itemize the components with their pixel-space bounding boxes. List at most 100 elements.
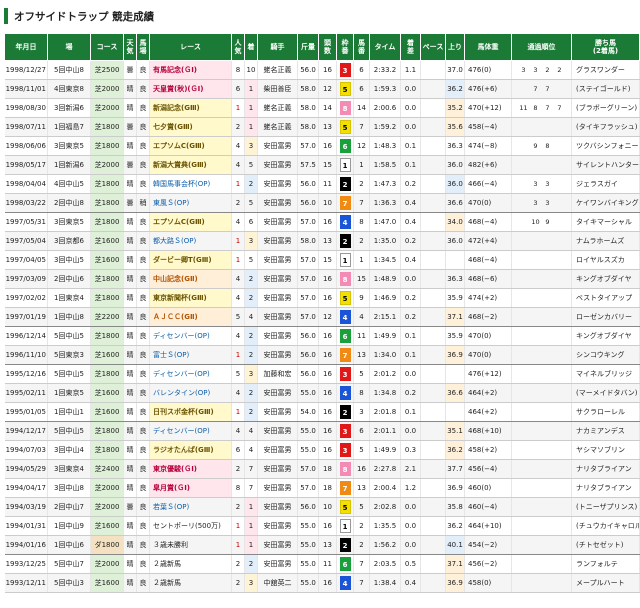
race-name-link[interactable]: ラジオたんぱ(GⅢ) <box>149 440 232 460</box>
race-date-link[interactable]: 1995/01/05 <box>4 402 48 422</box>
race-name-link[interactable]: ディセンバー(OP) <box>149 364 232 384</box>
race-name-link[interactable]: ２歳新馬 <box>149 554 232 574</box>
race-name-link[interactable]: 東京優駿(ＧⅠ) <box>149 459 232 479</box>
winner-horse-link[interactable]: ツクバシンフォニー <box>571 136 640 156</box>
jockey-link[interactable]: 安田富男 <box>257 212 298 232</box>
race-date-link[interactable]: 1994/03/19 <box>4 497 48 517</box>
jockey-link[interactable]: 安田富男 <box>257 478 298 498</box>
table-row[interactable]: 1998/12/27 5回中山8 芝2500 曇良有馬記念(ＧⅠ) 8 10 蛯名正義 56.… <box>4 60 640 80</box>
race-date-link[interactable]: 1996/11/10 <box>4 345 48 365</box>
race-name-link[interactable]: 新潟記念(GⅢ) <box>149 98 232 118</box>
table-row[interactable]: 1998/05/17 1回新潟6 芝2000 曇良新潟大賞典(GⅢ) 4 5 安田富男 57.… <box>4 155 640 175</box>
race-date-link[interactable]: 1997/04/05 <box>4 250 48 270</box>
race-name-link[interactable]: 富士Ｓ(OP) <box>149 345 232 365</box>
table-row[interactable]: 1994/01/31 1回中山9 芝1600 晴良セントポーリ(500万) 1 1 安田富男… <box>4 516 640 536</box>
jockey-link[interactable]: 安田富男 <box>257 554 298 574</box>
col-margin[interactable]: 着 差 <box>400 33 421 61</box>
venue-link[interactable]: 5回中山5 <box>47 421 91 441</box>
race-date-link[interactable]: 1997/01/19 <box>4 307 48 327</box>
race-date-link[interactable]: 1998/08/30 <box>4 98 48 118</box>
race-name-link[interactable]: 東風Ｓ(OP) <box>149 193 232 213</box>
race-date-link[interactable]: 1995/02/11 <box>4 383 48 403</box>
col-horse-number[interactable]: 馬 番 <box>353 33 370 61</box>
table-row[interactable]: 1998/07/11 1回福島7 芝1800 曇良七夕賞(GⅢ) 2 1 蛯名正義 58.0 1… <box>4 117 640 137</box>
jockey-link[interactable]: 安田富男 <box>257 136 298 156</box>
winner-horse-link[interactable]: ナムラホームズ <box>571 231 640 251</box>
table-row[interactable]: 1995/01/05 1回中山1 芝1600 晴良日刊スポ金杯(GⅢ) 1 2 安田富男 54… <box>4 402 640 422</box>
jockey-link[interactable]: 安田富男 <box>257 307 298 327</box>
winner-horse-link[interactable]: (ブラボーグリーン) <box>571 98 640 118</box>
race-name-link[interactable]: ディセンバー(OP) <box>149 326 232 346</box>
jockey-link[interactable]: 安田富男 <box>257 326 298 346</box>
venue-link[interactable]: 3回東京5 <box>47 136 91 156</box>
table-row[interactable]: 1997/05/04 3回京都6 芝1600 晴良都大路Ｓ(OP) 1 3 安田富男 58.0… <box>4 231 640 251</box>
race-date-link[interactable]: 1997/03/09 <box>4 269 48 289</box>
jockey-link[interactable]: 安田富男 <box>257 497 298 517</box>
race-name-link[interactable]: エプソムC(GⅢ) <box>149 212 232 232</box>
winner-horse-link[interactable]: ナリタブライアン <box>571 478 640 498</box>
venue-link[interactable]: 2回中山6 <box>47 269 91 289</box>
venue-link[interactable]: 2回中山8 <box>47 193 91 213</box>
winner-horse-link[interactable]: サイレントハンター <box>571 155 640 175</box>
winner-horse-link[interactable]: ジェラスガイ <box>571 174 640 194</box>
venue-link[interactable]: 4回中山5 <box>47 174 91 194</box>
venue-link[interactable]: 5回中山7 <box>47 554 91 574</box>
table-row[interactable]: 1997/01/19 1回中山8 芝2200 晴良 ＡＪＣＣ(GⅡ) 5 4 安田富男 57.0… <box>4 307 640 327</box>
col-race[interactable]: レース <box>149 33 232 61</box>
winner-horse-link[interactable]: ベストタイアップ <box>571 288 640 308</box>
col-corner-positions[interactable]: 通過順位 <box>511 33 572 61</box>
venue-link[interactable]: 3回新潟6 <box>47 98 91 118</box>
venue-link[interactable]: 3回中山8 <box>47 478 91 498</box>
winner-horse-link[interactable]: ロイヤルスズカ <box>571 250 640 270</box>
col-finish[interactable]: 着 <box>244 33 258 61</box>
table-row[interactable]: 1994/07/03 3回中山4 芝1800 晴良ラジオたんぱ(GⅢ) 6 4 安田富男 55… <box>4 440 640 460</box>
col-field-size[interactable]: 頭 数 <box>318 33 337 61</box>
race-date-link[interactable]: 1994/12/17 <box>4 421 48 441</box>
jockey-link[interactable]: 加藤和宏 <box>257 364 298 384</box>
race-name-link[interactable]: 新潟大賞典(GⅢ) <box>149 155 232 175</box>
col-time[interactable]: タイム <box>369 33 401 61</box>
venue-link[interactable]: 5回中山5 <box>47 326 91 346</box>
table-row[interactable]: 1997/05/31 3回東京5 芝1800 晴良エプソムC(GⅢ) 4 6 安田富男 57.… <box>4 212 640 232</box>
table-row[interactable]: 1998/06/06 3回東京5 芝1800 晴良エプソムC(GⅢ) 4 3 安田富男 57.… <box>4 136 640 156</box>
winner-horse-link[interactable]: (ステイゴールド) <box>571 79 640 99</box>
race-date-link[interactable]: 1997/05/04 <box>4 231 48 251</box>
venue-link[interactable]: 5回中山5 <box>47 364 91 384</box>
table-row[interactable]: 1996/12/14 5回中山5 芝1800 晴良ディセンバー(OP) 4 2 安田富男 56… <box>4 326 640 346</box>
race-name-link[interactable]: ＡＪＣＣ(GⅡ) <box>149 307 232 327</box>
race-date-link[interactable]: 1996/12/14 <box>4 326 48 346</box>
race-name-link[interactable]: 日刊スポ金杯(GⅢ) <box>149 402 232 422</box>
col-winner[interactable]: 勝ち馬 (2着馬) <box>571 33 640 61</box>
winner-horse-link[interactable]: ヤシマソブリン <box>571 440 640 460</box>
race-date-link[interactable]: 1998/12/27 <box>4 60 48 80</box>
winner-horse-link[interactable]: ローゼンカバリー <box>571 307 640 327</box>
venue-link[interactable]: 5回中山3 <box>47 573 91 593</box>
table-row[interactable]: 1995/12/16 5回中山5 芝1800 晴良ディセンバー(OP) 5 3 加藤和宏 56… <box>4 364 640 384</box>
venue-link[interactable]: 3回東京5 <box>47 212 91 232</box>
winner-horse-link[interactable]: (チュウカイキャロル) <box>571 516 640 536</box>
race-name-link[interactable]: 有馬記念(ＧⅠ) <box>149 60 232 80</box>
jockey-link[interactable]: 安田富男 <box>257 155 298 175</box>
winner-horse-link[interactable]: シンコウキング <box>571 345 640 365</box>
winner-horse-link[interactable]: キングオブダイヤ <box>571 326 640 346</box>
winner-horse-link[interactable]: (タイキフラッシュ) <box>571 117 640 137</box>
venue-link[interactable]: 3回東京4 <box>47 459 91 479</box>
race-date-link[interactable]: 1993/12/11 <box>4 573 48 593</box>
venue-link[interactable]: 1回中山9 <box>47 516 91 536</box>
col-venue[interactable]: 場 <box>47 33 91 61</box>
table-row[interactable]: 1997/04/05 3回中山5 芝1600 晴良ダービー卿T(GⅢ) 1 5 安田富男 57… <box>4 250 640 270</box>
race-name-link[interactable]: 韓国馬事会杯(OP) <box>149 174 232 194</box>
jockey-link[interactable]: 柴田善臣 <box>257 79 298 99</box>
jockey-link[interactable]: 安田富男 <box>257 402 298 422</box>
col-pace[interactable]: ペース <box>420 33 446 61</box>
col-course[interactable]: コース <box>90 33 124 61</box>
jockey-link[interactable]: 安田富男 <box>257 193 298 213</box>
venue-link[interactable]: 3回京都6 <box>47 231 91 251</box>
venue-link[interactable]: 5回東京3 <box>47 345 91 365</box>
table-row[interactable]: 1997/02/02 1回東京4 芝1800 晴良東京新聞杯(GⅢ) 4 2 安田富男 57.… <box>4 288 640 308</box>
venue-link[interactable]: 2回中山7 <box>47 497 91 517</box>
venue-link[interactable]: 1回新潟6 <box>47 155 91 175</box>
race-date-link[interactable]: 1994/07/03 <box>4 440 48 460</box>
col-waku[interactable]: 枠 番 <box>336 33 354 61</box>
table-row[interactable]: 1998/08/30 3回新潟6 芝2000 晴良新潟記念(GⅢ) 1 1 蛯名正義 58.0… <box>4 98 640 118</box>
